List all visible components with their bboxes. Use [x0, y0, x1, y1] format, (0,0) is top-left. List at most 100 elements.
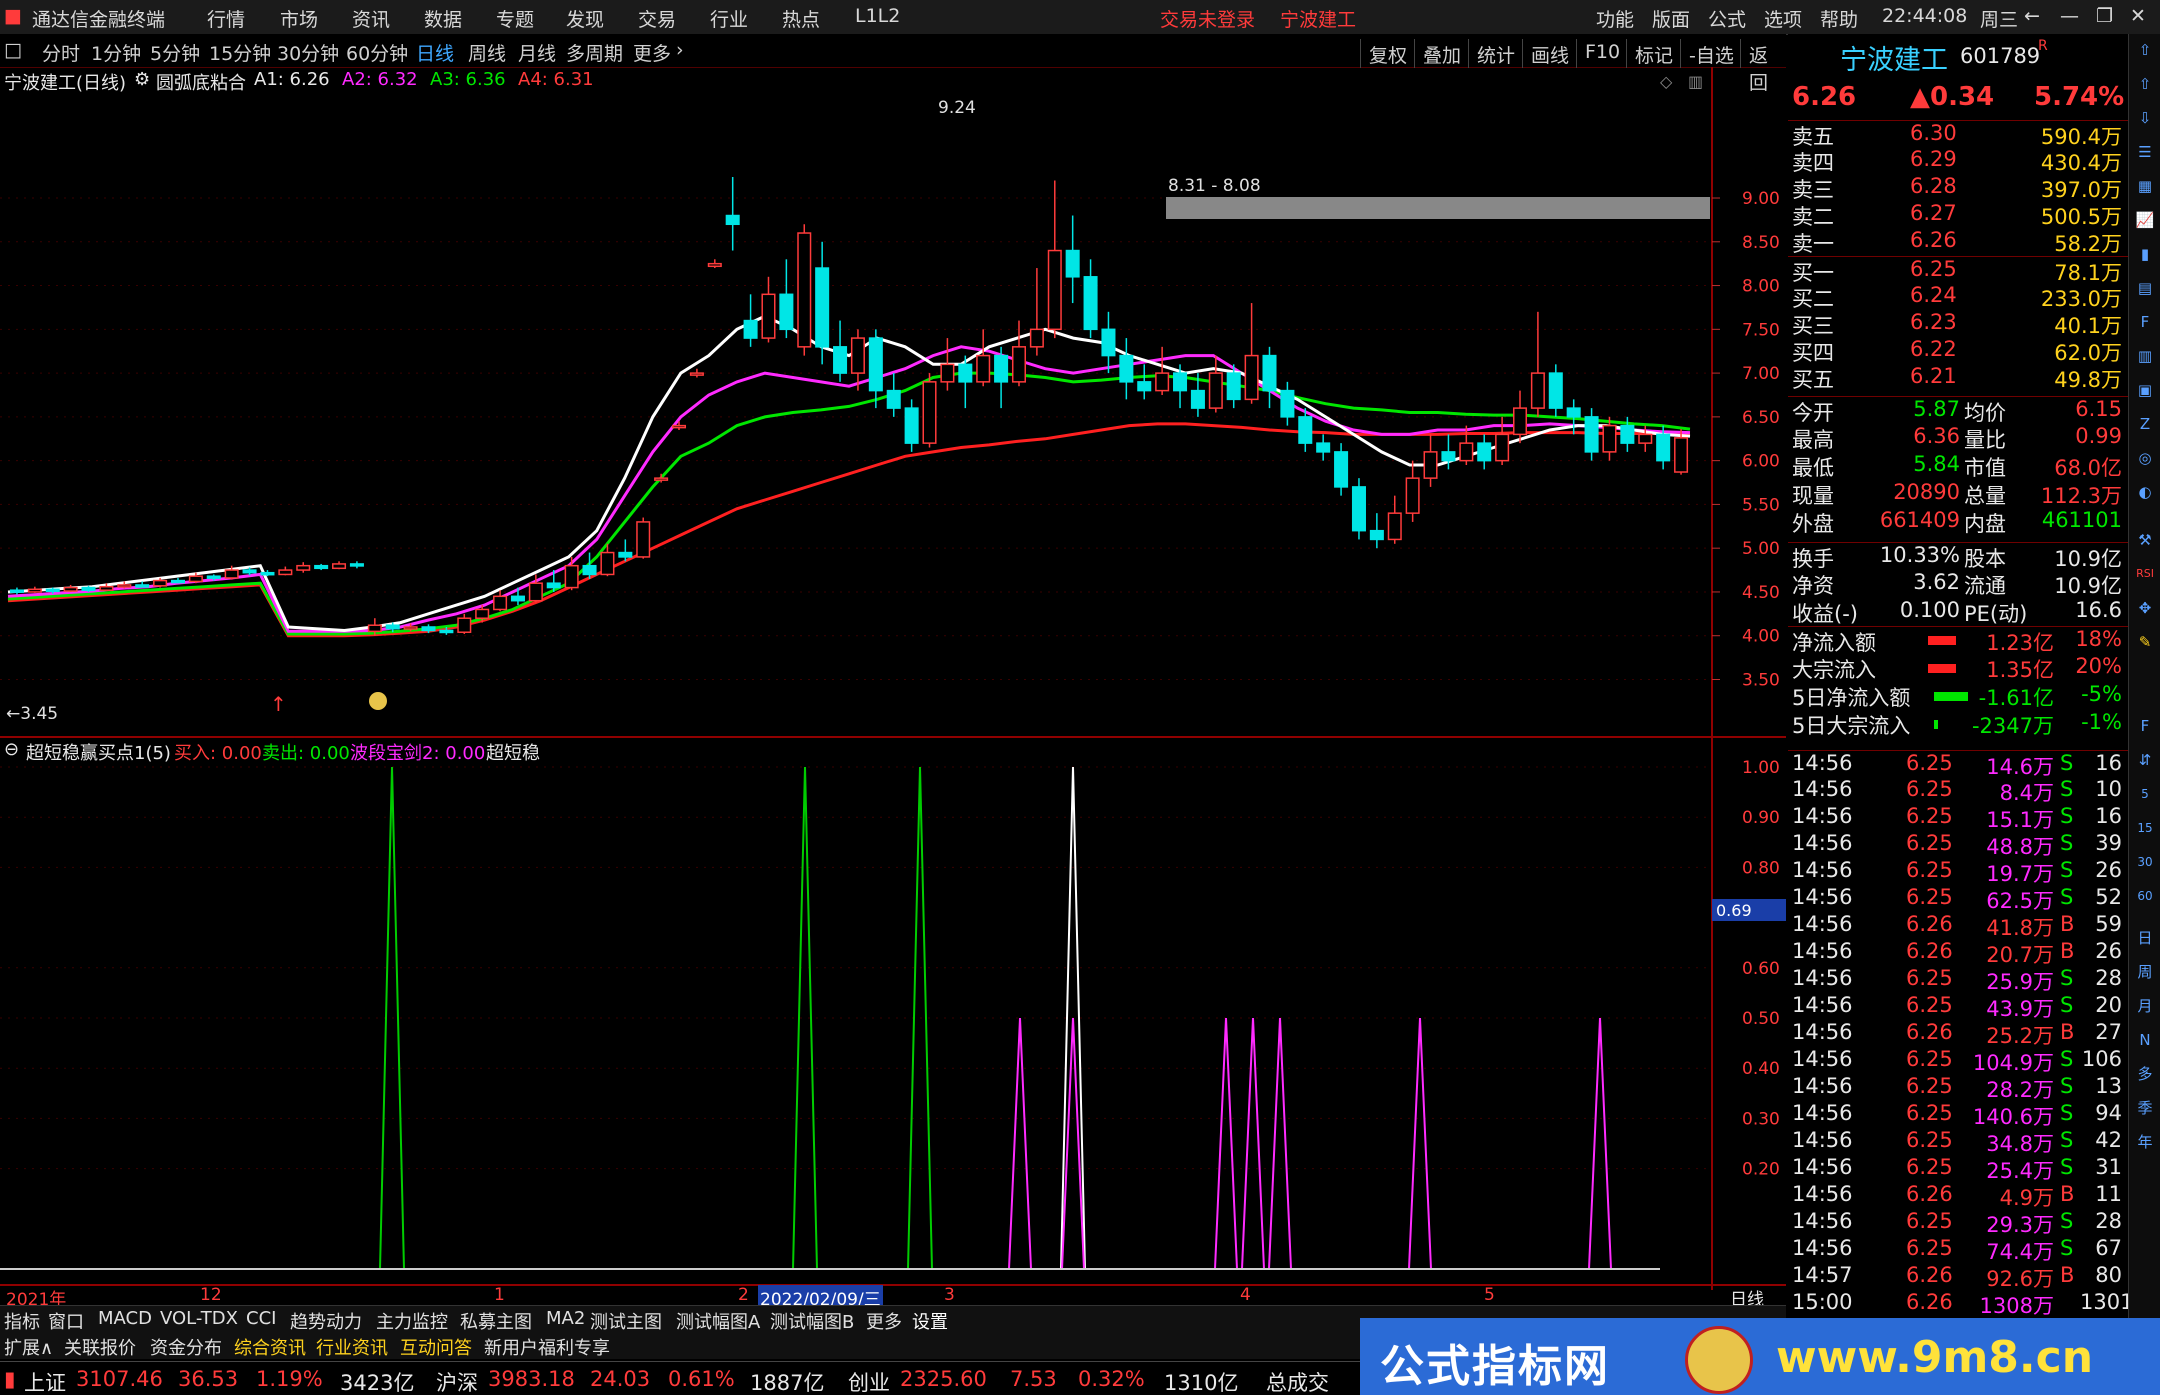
resistance-zone[interactable] [1166, 197, 1710, 219]
p60-icon[interactable]: 60 [2133, 884, 2157, 908]
toolbar-mark[interactable]: 标记 [1626, 39, 1681, 68]
period-intraday[interactable]: 分时 [42, 39, 80, 66]
ring-icon[interactable]: ◎ [2133, 446, 2157, 470]
chart-canvas[interactable]: 9.00 8.50 8.00 7.50 7.00 6.50 6.00 5.50 5.00 4.50… [0, 67, 1786, 1290]
info-tab[interactable]: 综合资讯 [234, 1334, 306, 1360]
sz-name[interactable]: 沪深 [436, 1367, 478, 1395]
period-5min[interactable]: 5分钟 [150, 39, 200, 66]
indicator-tab[interactable]: 更多 [866, 1308, 902, 1334]
kline-icon[interactable]: ▮ [2133, 242, 2157, 266]
side-quarter[interactable]: 季 [2133, 1096, 2157, 1120]
indicator-tab[interactable]: MA2 [546, 1308, 585, 1329]
sub-indicator-name[interactable]: 超短稳赢买点1(5) [26, 739, 171, 765]
indicator-tab[interactable]: 窗口 [48, 1308, 84, 1334]
minus-icon[interactable]: ⊖ [4, 739, 19, 760]
period-weekly[interactable]: 周线 [468, 39, 506, 66]
indicator-tab[interactable]: 指标 [4, 1308, 40, 1334]
menu-topic[interactable]: 专题 [496, 5, 534, 32]
side-multi[interactable]: 多 [2133, 1062, 2157, 1086]
arrow-down-icon[interactable]: ⇩ [2133, 106, 2157, 130]
indicator-tab[interactable]: MACD [98, 1308, 152, 1329]
menu-formula[interactable]: 公式 [1708, 5, 1746, 32]
menu-news[interactable]: 资讯 [352, 5, 390, 32]
period-1min[interactable]: 1分钟 [91, 39, 141, 66]
info-tab[interactable]: 关联报价 [64, 1334, 136, 1360]
cy-name[interactable]: 创业 [848, 1367, 890, 1395]
toolbar-f10[interactable]: F10 [1576, 39, 1628, 68]
period-15min[interactable]: 15分钟 [209, 39, 271, 66]
period-daily[interactable]: 日线 [416, 39, 454, 66]
indicator-tab[interactable]: 私募主图 [460, 1308, 532, 1334]
indicator-tab[interactable]: 测试幅图A [676, 1308, 760, 1334]
f2-icon[interactable]: Z [2133, 412, 2157, 436]
info-tab[interactable]: 新用户福利专享 [484, 1334, 610, 1360]
side-month[interactable]: 月 [2133, 994, 2157, 1018]
side-year[interactable]: 年 [2133, 1130, 2157, 1154]
login-status[interactable]: 交易未登录 [1160, 5, 1255, 32]
minimize-icon[interactable]: — [2060, 5, 2079, 27]
side-day[interactable]: 日 [2133, 926, 2157, 950]
chart-icon[interactable]: 📈 [2133, 208, 2157, 232]
menu-data[interactable]: 数据 [424, 5, 462, 32]
bars-icon[interactable]: ▥ [2133, 344, 2157, 368]
indicator-tab[interactable]: CCI [246, 1308, 276, 1329]
info-tab[interactable]: 互动问答 [400, 1334, 472, 1360]
chevron-right-icon[interactable]: › [676, 39, 684, 61]
p5-icon[interactable]: 5 [2133, 782, 2157, 806]
indicator-tab[interactable]: 设置 [912, 1308, 948, 1334]
pie-icon[interactable]: ◐ [2133, 480, 2157, 504]
diamond-icon[interactable]: ◇ [1660, 72, 1673, 91]
indicator-tab[interactable]: 测试幅图B [770, 1308, 854, 1334]
menu-help[interactable]: 帮助 [1820, 5, 1858, 32]
move-icon[interactable]: ✥ [2133, 596, 2157, 620]
toolbar-back[interactable]: 返回 [1740, 39, 1786, 94]
table-icon[interactable]: ▤ [2133, 276, 2157, 300]
menu-market[interactable]: 市场 [280, 5, 318, 32]
menu-trade[interactable]: 交易 [638, 5, 676, 32]
menu-quote[interactable]: 行情 [207, 5, 245, 32]
info-tab[interactable]: 行业资讯 [316, 1334, 388, 1360]
menu-layout[interactable]: 版面 [1652, 5, 1690, 32]
doc-icon[interactable]: ▣ [2133, 378, 2157, 402]
indicator-tab[interactable]: 主力监控 [376, 1308, 448, 1334]
menu-l1l2[interactable]: L1L2 [855, 5, 900, 27]
side-n[interactable]: N [2133, 1028, 2157, 1052]
tool-icon[interactable]: ⚒ [2133, 528, 2157, 552]
period-60min[interactable]: 60分钟 [346, 39, 408, 66]
sort-icon[interactable]: ⇵ [2133, 748, 2157, 772]
list-icon[interactable]: ☰ [2133, 140, 2157, 164]
panel-toggle-icon[interactable]: ▥ [1688, 72, 1703, 91]
sh-name[interactable]: 上证 [24, 1367, 66, 1395]
toolbar-watchlist[interactable]: -自选 [1680, 39, 1742, 68]
p30-icon[interactable]: 30 [2133, 850, 2157, 874]
side-week[interactable]: 周 [2133, 960, 2157, 984]
info-tab[interactable]: 扩展∧ [4, 1334, 53, 1360]
period-multi[interactable]: 多周期 [566, 39, 623, 66]
toolbar-adjust[interactable]: 复权 [1360, 39, 1415, 68]
p15-icon[interactable]: 15 [2133, 816, 2157, 840]
period-monthly[interactable]: 月线 [518, 39, 556, 66]
menu-function[interactable]: 功能 [1596, 5, 1634, 32]
period-30min[interactable]: 30分钟 [277, 39, 339, 66]
menu-hot[interactable]: 热点 [782, 5, 820, 32]
grid-icon[interactable]: ▦ [2133, 174, 2157, 198]
fs-icon[interactable]: F [2133, 714, 2157, 738]
toolbar-overlay[interactable]: 叠加 [1414, 39, 1469, 68]
menu-discover[interactable]: 发现 [566, 5, 604, 32]
f10-icon[interactable]: F [2133, 310, 2157, 334]
arrow-up2-icon[interactable]: ⇧ [2133, 72, 2157, 96]
menu-industry[interactable]: 行业 [710, 5, 748, 32]
indicator-tab[interactable]: VOL-TDX [160, 1308, 238, 1329]
indicator-tab[interactable]: 趋势动力 [290, 1308, 362, 1334]
period-more[interactable]: 更多 [633, 39, 671, 66]
info-tab[interactable]: 资金分布 [150, 1334, 222, 1360]
restore-icon[interactable]: ❐ [2096, 5, 2113, 27]
indicator-tab[interactable]: 测试主图 [590, 1308, 662, 1334]
close-icon[interactable]: ✕ [2130, 5, 2146, 27]
toolbar-draw[interactable]: 画线 [1522, 39, 1577, 68]
pen-icon[interactable]: ✎ [2133, 630, 2157, 654]
menu-options[interactable]: 选项 [1764, 5, 1802, 32]
toolbar-stats[interactable]: 统计 [1468, 39, 1523, 68]
arrow-up-icon[interactable]: ⇧ [2133, 38, 2157, 62]
rsi-icon[interactable]: RSI [2133, 562, 2157, 586]
